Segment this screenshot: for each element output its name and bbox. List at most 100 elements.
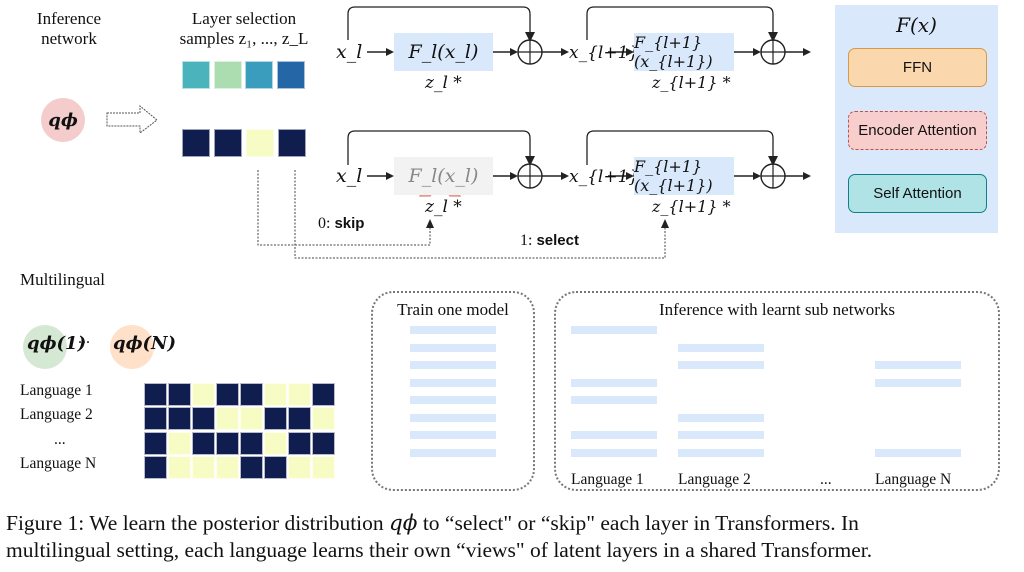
sub-network-layer-bar <box>678 361 764 369</box>
mask-cell-skip <box>312 407 335 430</box>
fx-title: F(x) <box>896 13 937 37</box>
arrow-icon <box>510 48 518 56</box>
x-l1-label-2: x_{l+1} <box>569 167 640 187</box>
arrow-icon <box>561 48 569 56</box>
mask-cell-select <box>216 432 239 455</box>
layer-l-box: F_l(x_l) <box>394 33 493 71</box>
arrowhead-icon <box>661 219 669 228</box>
q-phi-n-label: qϕ(N) <box>113 333 177 354</box>
train-layer-bar <box>410 396 496 404</box>
fx-item-self-attention: Self Attention <box>848 174 987 213</box>
mask-cell-select <box>144 456 167 479</box>
caption-line-1: Figure 1: We learn the posterior distrib… <box>6 510 859 537</box>
arrow-icon <box>803 48 811 56</box>
train-layer-bar <box>410 378 496 387</box>
select-label-word: select <box>536 232 579 249</box>
mask-cell-select <box>144 383 167 406</box>
mask-cell-select <box>168 407 191 430</box>
skip-label-word: skip <box>334 215 365 232</box>
mask-cell-select <box>144 432 167 455</box>
select-label: 1: select <box>520 232 579 250</box>
arrow-icon <box>753 48 761 56</box>
sample-prob-cell <box>245 61 273 89</box>
sub-network-layer-bar <box>875 378 961 387</box>
sample-prob-cell <box>182 61 210 89</box>
sample-skip-cell <box>246 129 274 157</box>
skip-label-num: 0: <box>318 215 335 232</box>
sample-select-cell <box>182 129 210 157</box>
mask-cell-select <box>144 407 167 430</box>
train-layer-bar <box>410 343 496 352</box>
selected-layer-box: F_{l+1}(x_{l+1}) <box>634 157 734 195</box>
fx-item-ffn: FFN <box>848 48 987 87</box>
mask-cell-skip <box>264 432 287 455</box>
x-l-label-2: x_l <box>336 165 363 187</box>
samples-label-line2: samples z₁, ..., z_L <box>179 29 309 48</box>
mask-cell-select <box>312 383 335 406</box>
mask-cell-select <box>312 432 335 455</box>
arrowhead-icon <box>426 219 434 228</box>
x-l1-label: x_{l+1} <box>569 43 640 63</box>
sample-prob-cell <box>276 61 305 89</box>
skip-label: 0: skip <box>318 215 364 233</box>
sample-select-cell <box>278 129 306 157</box>
mask-cell-skip <box>216 456 239 479</box>
sub-network-layer-bar <box>571 431 657 439</box>
train-layer-bar <box>410 361 496 369</box>
sub-network-layer-bar <box>571 378 657 387</box>
mask-cell-select <box>216 383 239 406</box>
train-layer-bar <box>410 413 496 422</box>
sub-network-layer-bar <box>678 431 764 439</box>
sub-network-layer-bar <box>571 326 657 334</box>
train-layer-bar <box>410 326 496 334</box>
z-l-label-2: z_l * <box>425 197 462 217</box>
selected-layer-label: F_{l+1}(x_{l+1}) <box>634 157 713 195</box>
caption-q-phi: qϕ <box>389 511 418 536</box>
mask-cell-skip <box>192 456 215 479</box>
mask-cell-select <box>168 383 191 406</box>
multilingual-title: Multilingual <box>20 270 105 289</box>
sub-network-layer-bar <box>678 448 764 457</box>
select-label-num: 1: <box>520 232 537 249</box>
sub-network-layer-bar <box>875 361 961 369</box>
mask-cell-skip <box>192 383 215 406</box>
train-panel: Train one model <box>371 291 535 491</box>
inference-panel-title: Inference with learnt sub networks <box>658 300 896 319</box>
inference-column-label: Language 2 <box>678 471 751 488</box>
arrow-icon <box>386 48 394 56</box>
train-panel-title: Train one model <box>397 300 509 319</box>
z-l1-label: z_{l+1} * <box>652 73 731 92</box>
arrow-icon <box>803 172 811 180</box>
caption-text-b: to “select" or “skip" each layer in Tran… <box>417 511 859 535</box>
mask-cell-skip <box>264 383 287 406</box>
sample-select-cell <box>214 129 242 157</box>
mask-cell-skip <box>288 456 311 479</box>
skipped-layer-box: F_l(x_l) <box>394 157 493 195</box>
arrow-icon <box>561 172 569 180</box>
ellipsis: ... <box>78 330 90 347</box>
layer-l-label: F_l(x_l) <box>408 41 479 63</box>
x-l-label: x_l <box>336 41 363 63</box>
language-row-label: ... <box>54 431 66 448</box>
language-row-label: Language 2 <box>20 406 93 423</box>
mask-cell-select <box>240 456 263 479</box>
caption-text-a: Figure 1: We learn the posterior distrib… <box>6 511 390 535</box>
mask-cell-select <box>240 432 263 455</box>
sub-network-layer-bar <box>571 396 657 404</box>
mask-cell-select <box>240 383 263 406</box>
caption-line-2: multilingual setting, each language lear… <box>6 538 873 562</box>
mask-cell-select <box>288 432 311 455</box>
sub-network-layer-bar <box>678 343 764 352</box>
arrow-icon <box>753 172 761 180</box>
language-n-network-node: qϕ(N) <box>110 325 176 369</box>
mask-cell-select <box>192 432 215 455</box>
inference-column-label: Language N <box>875 471 952 488</box>
samples-label: Layer selection samples z₁, ..., z_L <box>164 9 324 49</box>
mask-cell-select <box>264 407 287 430</box>
mask-cell-skip <box>216 407 239 430</box>
mask-cell-skip <box>312 456 335 479</box>
samples-label-line1: Layer selection <box>191 9 297 28</box>
arrow-icon <box>510 172 518 180</box>
mask-cell-skip <box>288 383 311 406</box>
mask-cell-skip <box>168 432 191 455</box>
